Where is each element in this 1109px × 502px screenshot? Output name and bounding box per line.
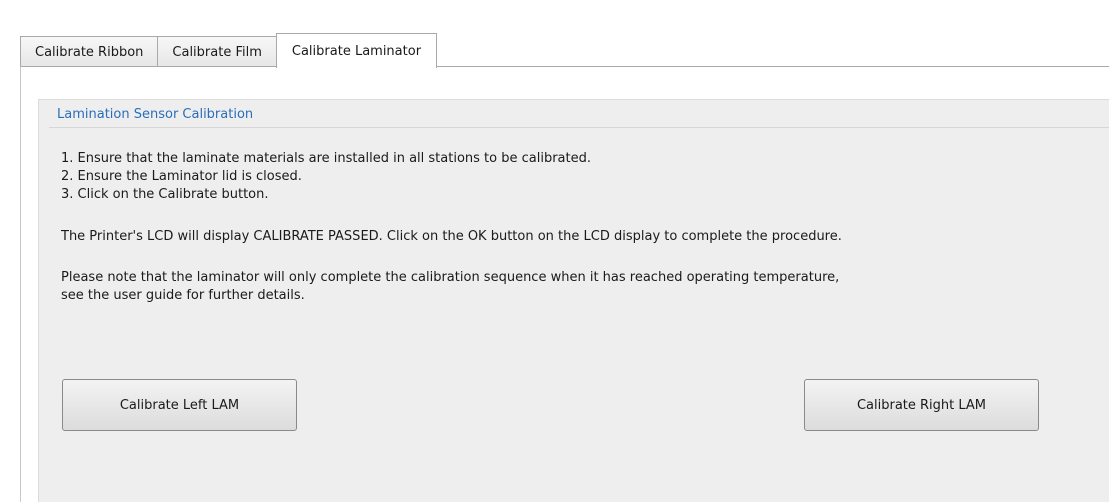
instruction-step: 1. Ensure that the laminate materials ar… xyxy=(61,151,591,166)
group-divider xyxy=(49,127,1109,128)
tab-strip: Calibrate Ribbon Calibrate Film Calibrat… xyxy=(20,33,438,68)
tab-label: Calibrate Ribbon xyxy=(35,44,144,60)
tab-panel: Lamination Sensor Calibration 1. Ensure … xyxy=(20,66,1109,502)
calibrate-right-lam-button[interactable]: Calibrate Right LAM xyxy=(804,379,1039,431)
tab-label: Calibrate Laminator xyxy=(291,43,422,59)
temperature-note-line-1: Please note that the laminator will only… xyxy=(61,270,840,285)
instruction-step: 2. Ensure the Laminator lid is closed. xyxy=(61,169,302,184)
instruction-step: 3. Click on the Calibrate button. xyxy=(61,187,269,202)
tab-calibrate-film[interactable]: Calibrate Film xyxy=(157,36,277,67)
lcd-note: The Printer's LCD will display CALIBRATE… xyxy=(61,229,842,244)
button-label: Calibrate Right LAM xyxy=(856,397,987,413)
tab-calibrate-laminator[interactable]: Calibrate Laminator xyxy=(275,33,438,68)
group-title: Lamination Sensor Calibration xyxy=(57,107,254,122)
tab-label: Calibrate Film xyxy=(172,44,262,60)
button-label: Calibrate Left LAM xyxy=(119,397,240,413)
tab-calibrate-ribbon[interactable]: Calibrate Ribbon xyxy=(20,36,159,67)
calibration-window: Calibrate Ribbon Calibrate Film Calibrat… xyxy=(0,0,1109,502)
instruction-steps: 1. Ensure that the laminate materials ar… xyxy=(61,150,591,204)
lamination-sensor-calibration-group: Lamination Sensor Calibration 1. Ensure … xyxy=(38,99,1109,502)
calibrate-left-lam-button[interactable]: Calibrate Left LAM xyxy=(62,379,297,431)
temperature-note-line-2: see the user guide for further details. xyxy=(61,288,305,303)
